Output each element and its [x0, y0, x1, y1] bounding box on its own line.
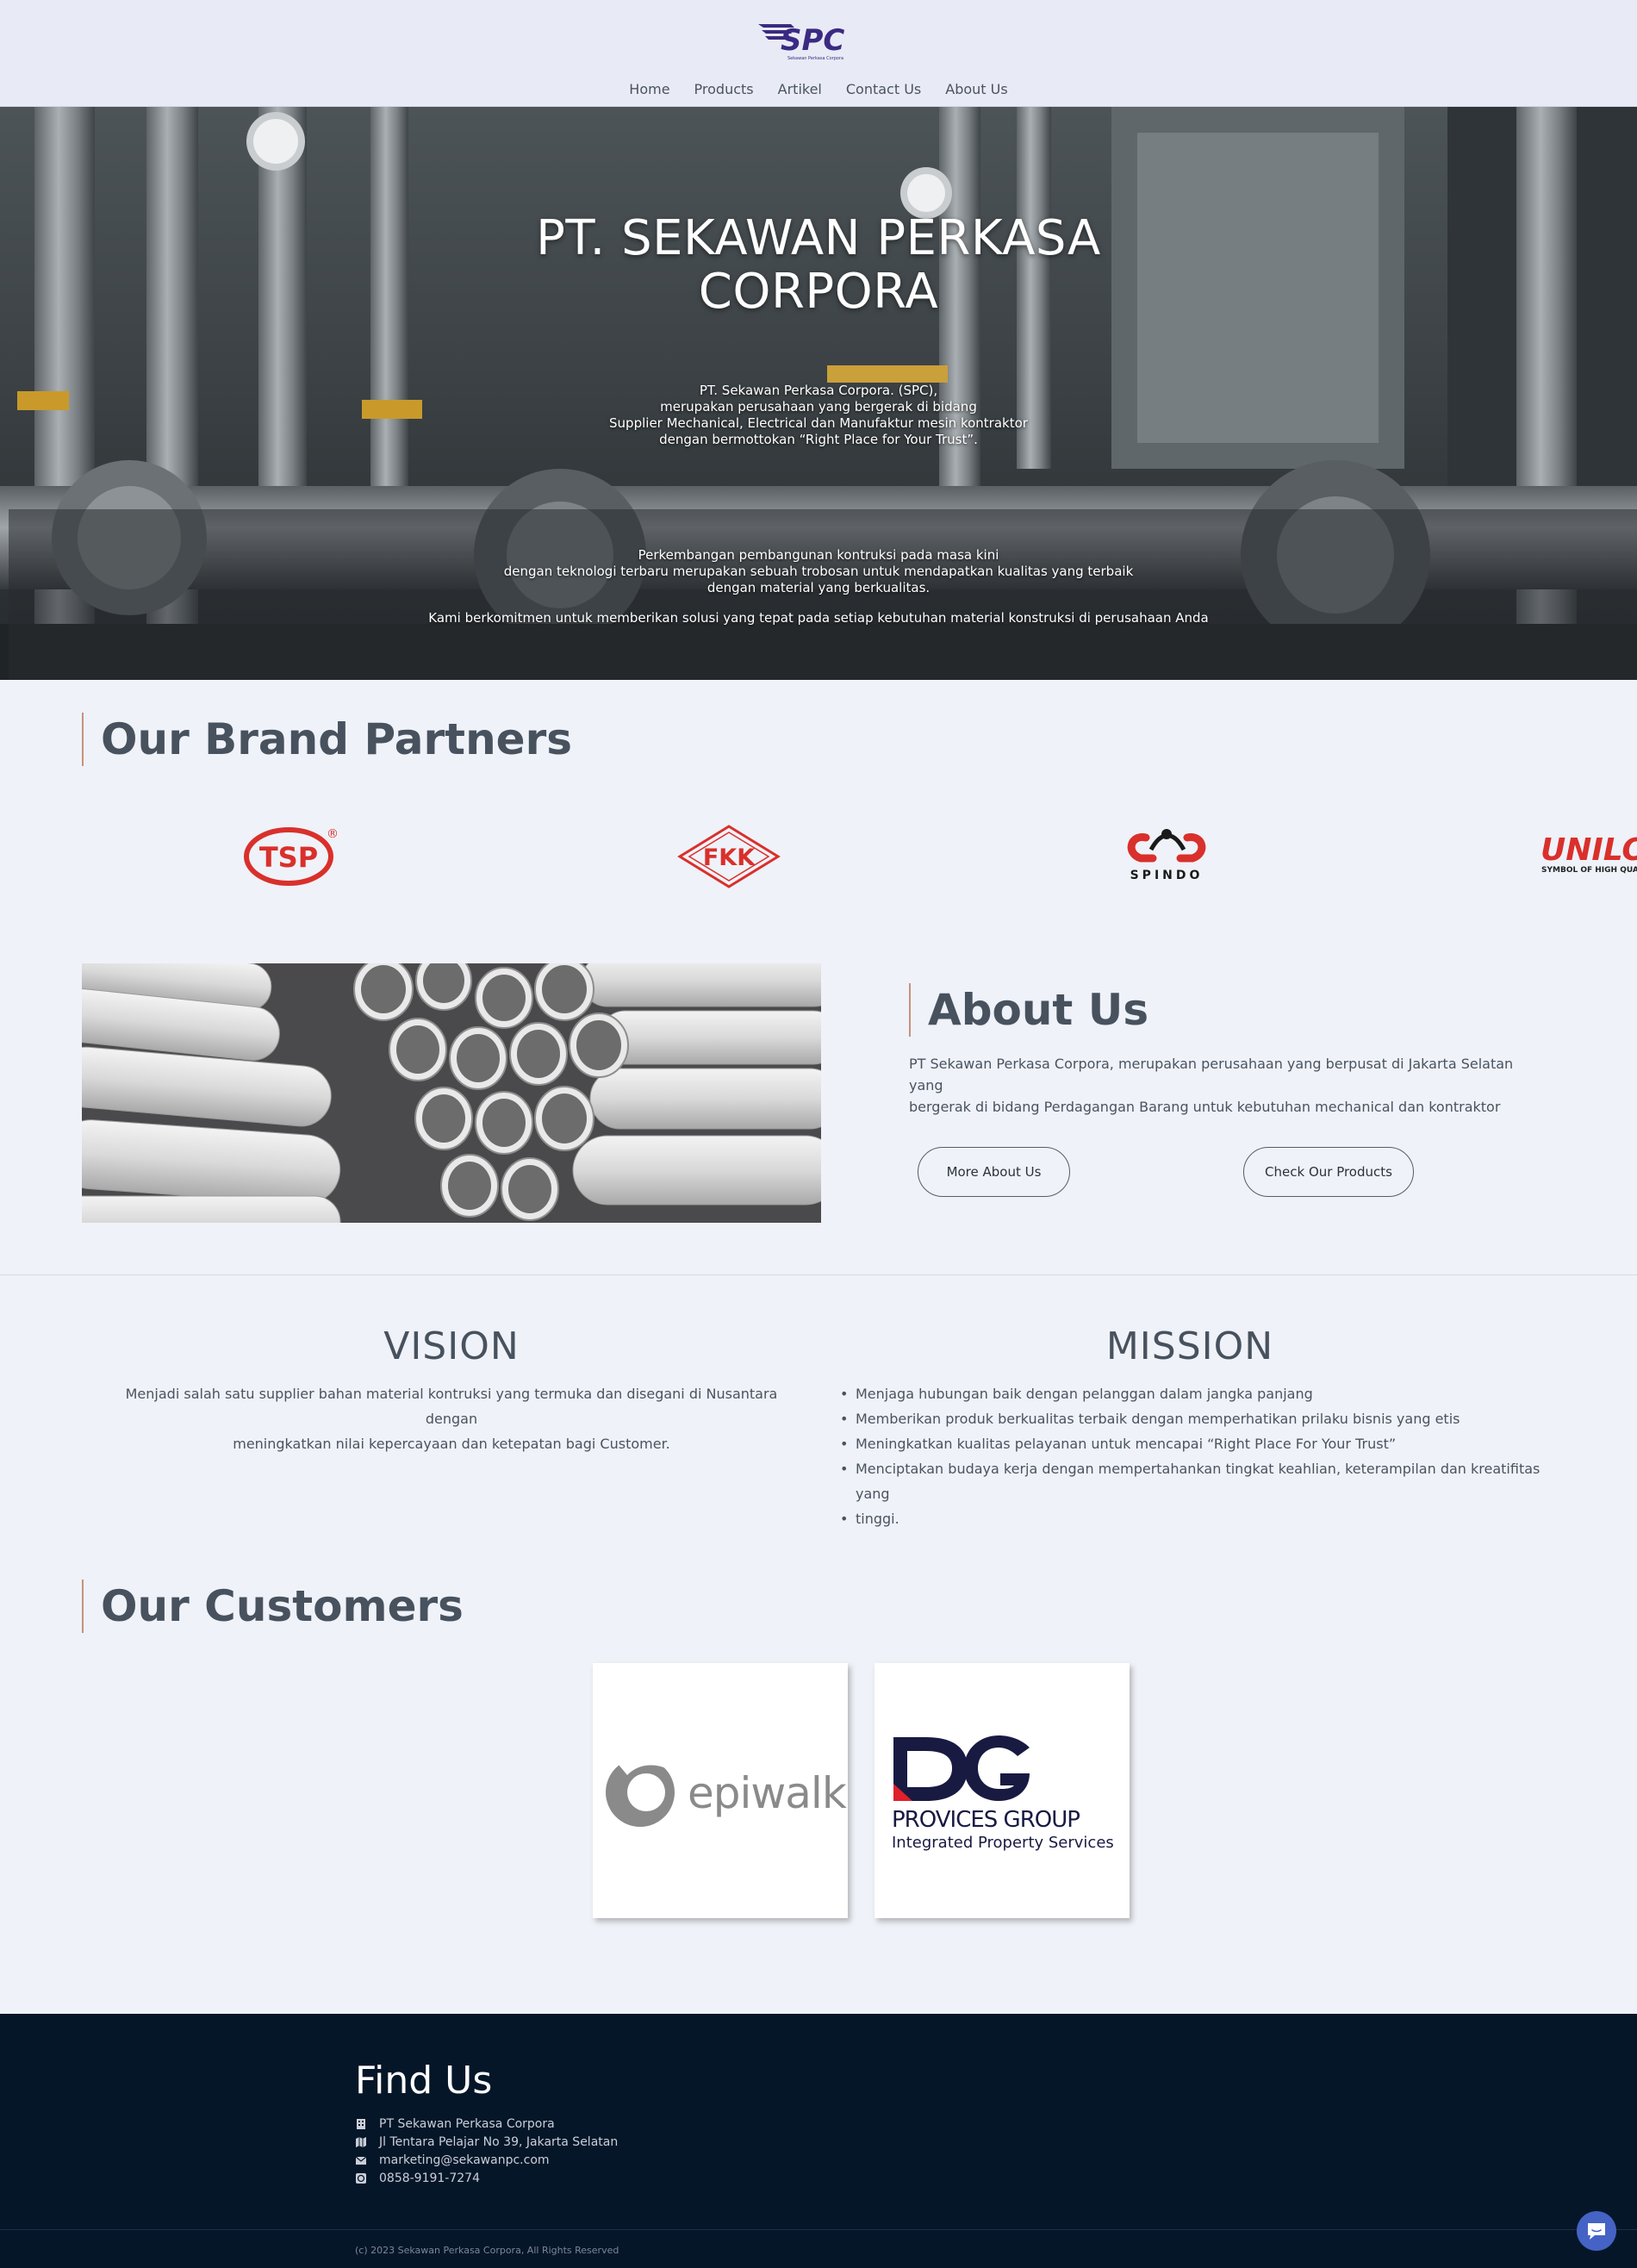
- envelope-icon: [355, 2156, 367, 2165]
- footer-address: Jl Tentara Pelajar No 39, Jakarta Selata…: [355, 2135, 618, 2149]
- fkk-logo: FKK: [677, 825, 781, 888]
- mission-list: Menjaga hubungan baik dengan pelanggan d…: [840, 1381, 1545, 1531]
- hero-intro-line: merupakan perusahaan yang bergerak di bi…: [660, 399, 977, 414]
- vision-text-line: Menjadi salah satu supplier bahan materi…: [125, 1386, 778, 1427]
- footer-phone[interactable]: 0858-9191-7274: [355, 2171, 480, 2185]
- building-icon: [357, 2119, 365, 2129]
- mission-item-continued: tinggi.: [840, 1506, 1545, 1531]
- footer-email[interactable]: marketing@sekawanpc.com: [355, 2153, 550, 2167]
- footer-phone-text[interactable]: 0858-9191-7274: [379, 2171, 480, 2185]
- hero-paragraph-line: dengan material yang berkualitas.: [706, 580, 931, 595]
- hero-paragraph: Perkembangan pembangunan kontruksi pada …: [0, 547, 1637, 596]
- site-footer: Find Us PT Sekawan Perkasa Corpora Jl Te…: [0, 2014, 1637, 2268]
- nav-products[interactable]: Products: [694, 79, 754, 99]
- footer-company: PT Sekawan Perkasa Corpora: [355, 2117, 555, 2131]
- nav-artikel[interactable]: Artikel: [778, 79, 822, 99]
- customer-card-provices: PROVICES GROUP Integrated Property Servi…: [875, 1663, 1130, 1918]
- hero-paragraph-line: Perkembangan pembangunan kontruksi pada …: [638, 547, 999, 563]
- about-us-description: PT Sekawan Perkasa Corpora, merupakan pe…: [909, 1053, 1547, 1118]
- about-text-line: PT Sekawan Perkasa Corpora, merupakan pe…: [909, 1056, 1514, 1094]
- unilon-logo: UNILO SYMBOL OF HIGH QUALITY: [1541, 832, 1637, 875]
- check-our-products-button[interactable]: Check Our Products: [1243, 1147, 1414, 1197]
- spindo-logo: SPINDO: [1127, 829, 1206, 882]
- our-customers-heading: Our Customers: [82, 1580, 464, 1633]
- pvc-pipes-image: [82, 963, 821, 1223]
- nav-about-us[interactable]: About Us: [945, 79, 1007, 99]
- unilon-tagline: SYMBOL OF HIGH QUALITY: [1541, 866, 1637, 875]
- vision-text-line: meningkatkan nilai kepercayaan dan ketep…: [233, 1436, 670, 1452]
- nav-contact-us[interactable]: Contact Us: [846, 79, 921, 99]
- mission-item: Menjaga hubungan baik dengan pelanggan d…: [840, 1381, 1545, 1406]
- footer-email-text[interactable]: marketing@sekawanpc.com: [379, 2153, 550, 2167]
- about-us-heading: About Us: [909, 983, 1148, 1037]
- brand-partners-heading: Our Brand Partners: [82, 713, 572, 766]
- fkk-logo-text: FKK: [703, 844, 756, 871]
- spindo-logo-text: SPINDO: [1130, 869, 1204, 882]
- vision-text: Menjadi salah satu supplier bahan materi…: [112, 1381, 791, 1456]
- hero-intro-line: dengan bermottokan “Right Place for Your…: [659, 432, 978, 447]
- site-header: SPC Sekawan Perkasa Corpora Home Product…: [0, 0, 1637, 107]
- nav-home[interactable]: Home: [629, 79, 669, 99]
- epiwalk-logo: epiwalk: [606, 1754, 848, 1827]
- mission-item: Meningkatkan kualitas pelayanan untuk me…: [840, 1431, 1545, 1456]
- provices-group-name: PROVICES GROUP: [892, 1807, 1080, 1833]
- footer-company-name: PT Sekawan Perkasa Corpora: [379, 2117, 555, 2131]
- registered-mark: ®: [327, 827, 339, 841]
- epiwalk-logo-text: epiwalk: [688, 1768, 847, 1818]
- hero-intro-line: Supplier Mechanical, Electrical dan Manu…: [609, 415, 1028, 431]
- hero-title: PT. SEKAWAN PERKASA CORPORA: [0, 212, 1637, 319]
- logo-text: SPC: [781, 23, 844, 58]
- chat-widget-button[interactable]: [1577, 2211, 1616, 2251]
- footer-address-text: Jl Tentara Pelajar No 39, Jakarta Selata…: [379, 2135, 619, 2149]
- customer-card-epiwalk: epiwalk: [593, 1663, 848, 1918]
- provices-group-logo: PROVICES GROUP Integrated Property Servi…: [892, 1735, 1114, 1852]
- tsp-logo-text: TSP: [259, 841, 318, 874]
- footer-divider: [0, 2229, 1637, 2230]
- find-us-heading: Find Us: [355, 2059, 493, 2103]
- logo-tagline: Sekawan Perkasa Corpora: [787, 56, 843, 61]
- mission-item: Menciptakan budaya kerja dengan memperta…: [840, 1456, 1545, 1506]
- tsp-logo: TSP ®: [244, 827, 339, 886]
- provices-group-tagline: Integrated Property Services: [892, 1834, 1114, 1852]
- mission-title: MISSION: [1105, 1324, 1274, 1368]
- section-divider: [0, 1274, 1637, 1275]
- chat-icon: [1588, 2223, 1605, 2240]
- hero-paragraph-line: dengan teknologi terbaru merupakan sebua…: [503, 564, 1134, 579]
- about-text-line: bergerak di bidang Perdagangan Barang un…: [909, 1099, 1501, 1115]
- spc-logo[interactable]: SPC Sekawan Perkasa Corpora: [756, 19, 886, 62]
- unilon-logo-text: UNILO: [1541, 832, 1637, 868]
- hero-title-line2: CORPORA: [698, 264, 939, 320]
- whatsapp-icon: [356, 2173, 366, 2184]
- more-about-us-button[interactable]: More About Us: [918, 1147, 1070, 1197]
- map-icon: [356, 2137, 366, 2147]
- hero-section: PT. SEKAWAN PERKASA CORPORA PT. Sekawan …: [0, 107, 1637, 680]
- hero-intro-line: PT. Sekawan Perkasa Corpora. (SPC),: [699, 383, 938, 398]
- vision-title: VISION: [383, 1324, 520, 1368]
- hero-intro: PT. Sekawan Perkasa Corpora. (SPC), meru…: [0, 383, 1637, 448]
- copyright-text: (c) 2023 Sekawan Perkasa Corpora, All Ri…: [355, 2245, 619, 2256]
- hero-commitment: Kami berkomitmen untuk memberikan solusi…: [428, 610, 1209, 626]
- mission-item: Memberikan produk berkualitas terbaik de…: [840, 1406, 1545, 1431]
- hero-title-line1: PT. SEKAWAN PERKASA: [536, 210, 1101, 266]
- main-nav: Home Products Artikel Contact Us About U…: [0, 79, 1637, 99]
